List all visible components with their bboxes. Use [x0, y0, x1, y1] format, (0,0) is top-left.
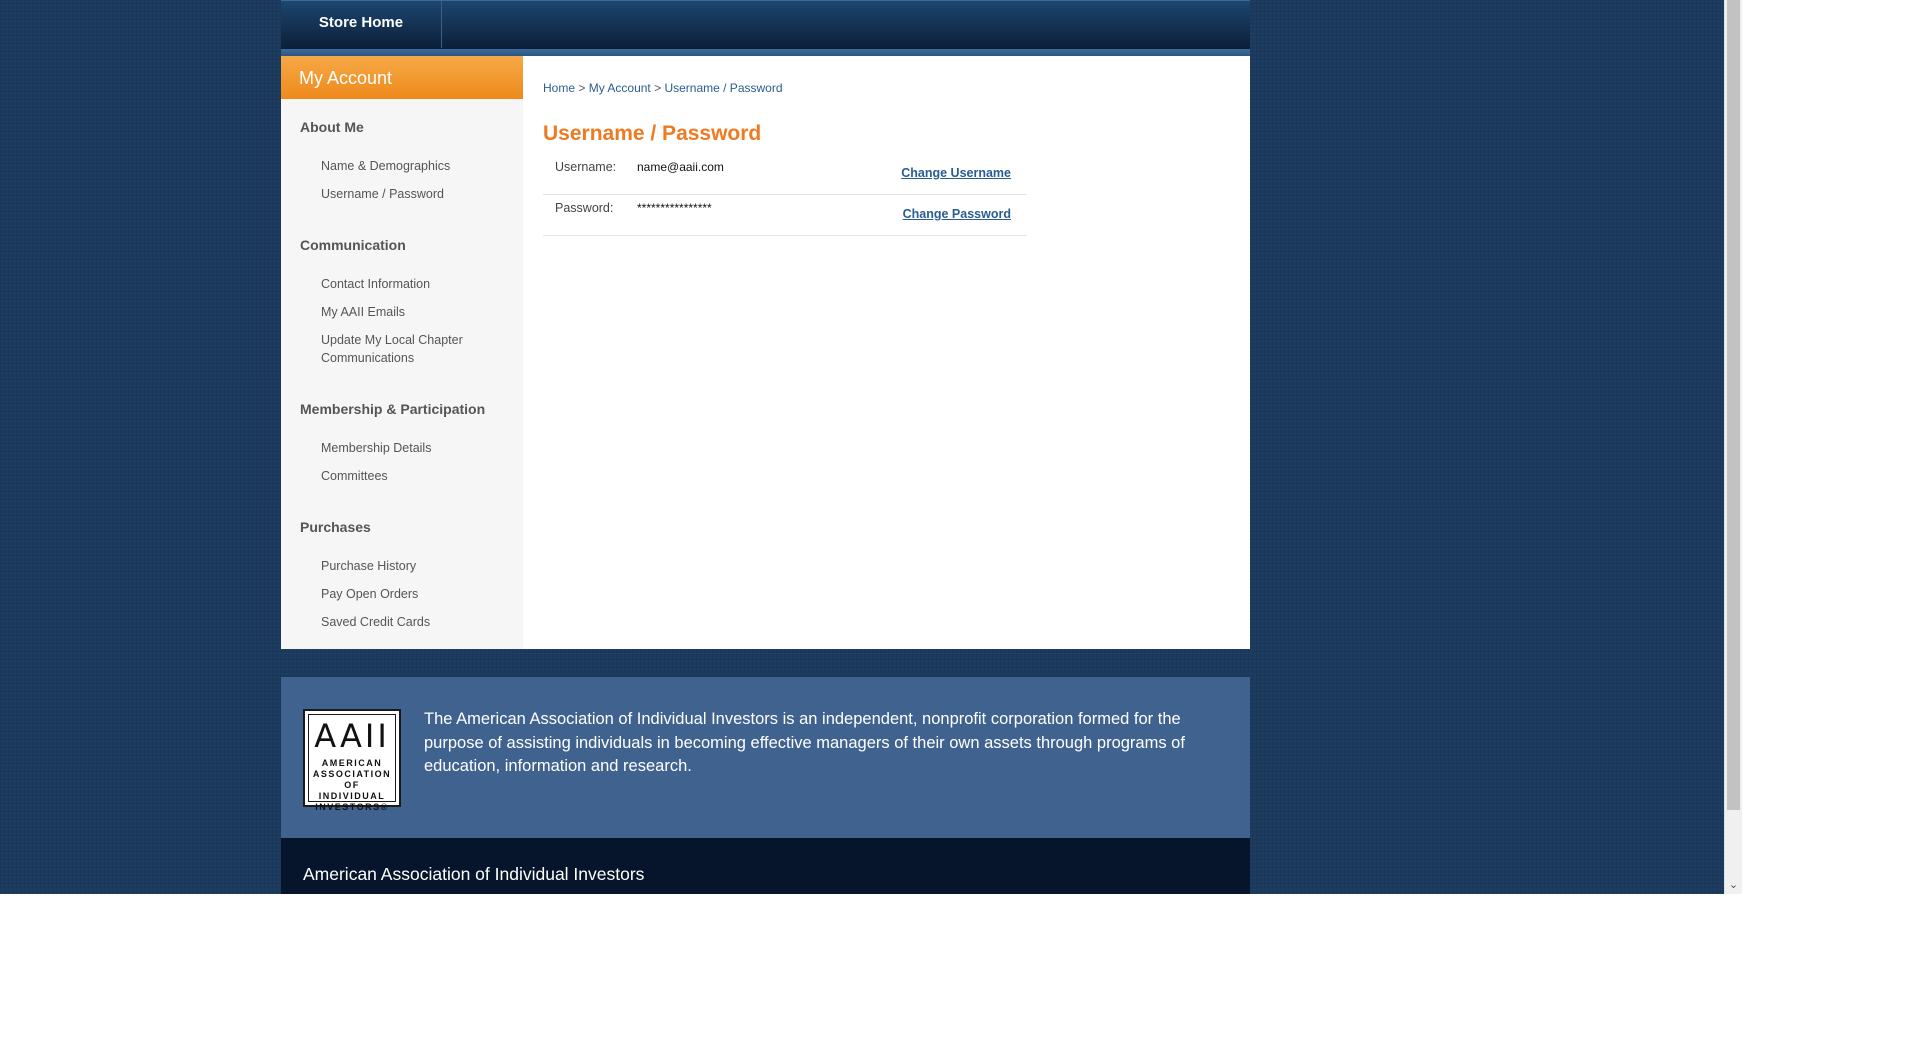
section-title: Communication	[300, 237, 406, 253]
sidebar-header: My Account	[281, 56, 523, 99]
browser-viewport: Store Home My Account About Me Name & De…	[0, 0, 1724, 894]
password-label: Password:	[555, 201, 614, 215]
footer-bottom: American Association of Individual Inves…	[281, 838, 1250, 894]
scroll-down-arrow-icon[interactable]: ⌄	[1725, 877, 1742, 894]
page-title: Username / Password	[543, 122, 762, 145]
sidebar-link-purchase-history[interactable]: Purchase History	[281, 557, 523, 575]
page-container: Store Home My Account About Me Name & De…	[281, 0, 1250, 894]
breadcrumb-my-account[interactable]: My Account	[589, 81, 651, 95]
logo-text-line: ASSOCIATION OF	[312, 769, 392, 790]
sidebar-link-saved-credit-cards[interactable]: Saved Credit Cards	[281, 613, 523, 631]
section-communication: Communication Contact Information My AAI…	[281, 237, 523, 367]
sidebar-link-my-aaii-emails[interactable]: My AAII Emails	[281, 303, 523, 321]
main-panel: My Account About Me Name & Demographics …	[281, 56, 1250, 649]
username-value: name@aaii.com	[637, 160, 724, 174]
vertical-scrollbar[interactable]: ⌄	[1724, 0, 1742, 894]
username-label: Username:	[555, 160, 617, 174]
footer-about: AAII AMERICAN ASSOCIATION OF INDIVIDUAL …	[281, 677, 1250, 838]
footer-org-name: American Association of Individual Inves…	[303, 864, 645, 884]
logo-text-line: AMERICAN	[321, 758, 383, 768]
logo-mark: AAII	[314, 717, 390, 755]
sidebar-link-username-password[interactable]: Username / Password	[281, 185, 523, 203]
sidebar-link-pay-open-orders[interactable]: Pay Open Orders	[281, 585, 523, 603]
change-password-link[interactable]: Change Password	[903, 207, 1011, 221]
breadcrumb-separator: >	[578, 81, 586, 95]
breadcrumb-current[interactable]: Username / Password	[664, 81, 782, 95]
credentials-table: Username: name@aaii.com Change Username …	[543, 154, 1027, 236]
section-title: Membership & Participation	[300, 401, 486, 417]
top-navigation: Store Home	[281, 0, 1250, 49]
password-value: ****************	[637, 201, 712, 215]
section-about-me: About Me Name & Demographics Username / …	[281, 119, 523, 203]
breadcrumb: Home > My Account > Username / Password	[543, 81, 783, 95]
section-purchases: Purchases Purchase History Pay Open Orde…	[281, 519, 523, 631]
aaii-logo: AAII AMERICAN ASSOCIATION OF INDIVIDUAL …	[303, 709, 401, 812]
section-title: Purchases	[300, 519, 371, 535]
breadcrumb-home[interactable]: Home	[543, 81, 575, 95]
sidebar-link-contact-information[interactable]: Contact Information	[281, 275, 523, 293]
section-title: About Me	[300, 119, 364, 135]
sidebar-link-committees[interactable]: Committees	[281, 467, 523, 485]
breadcrumb-separator: >	[654, 81, 662, 95]
logo-text-line: INVESTORS®	[315, 802, 389, 812]
logo-text-line: INDIVIDUAL	[318, 791, 386, 801]
sidebar-link-name-demographics[interactable]: Name & Demographics	[281, 157, 523, 175]
store-home-link[interactable]: Store Home	[281, 1, 442, 48]
password-row: Password: **************** Change Passwo…	[543, 195, 1027, 236]
sidebar-link-membership-details[interactable]: Membership Details	[281, 439, 523, 457]
section-membership: Membership & Participation Membership De…	[281, 401, 523, 485]
footer-description: The American Association of Individual I…	[424, 710, 1185, 775]
username-row: Username: name@aaii.com Change Username	[543, 154, 1027, 195]
logo-text: AMERICAN ASSOCIATION OF INDIVIDUAL INVES…	[309, 758, 395, 813]
account-sidebar: My Account About Me Name & Demographics …	[281, 56, 523, 649]
sidebar-link-local-chapter[interactable]: Update My Local Chapter Communications	[281, 331, 471, 367]
scrollbar-thumb[interactable]	[1727, 0, 1740, 810]
change-username-link[interactable]: Change Username	[901, 166, 1011, 180]
nav-strip	[281, 49, 1250, 56]
